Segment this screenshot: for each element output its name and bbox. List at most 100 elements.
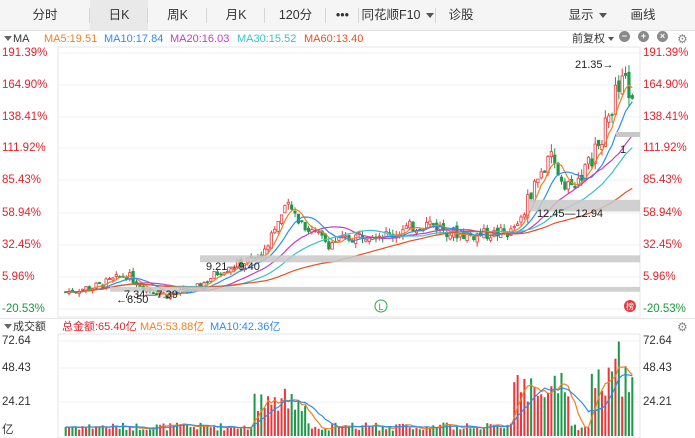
volume-bar [570,425,573,436]
candle-body [276,220,280,232]
volume-bar [95,427,98,436]
volume-axis-label-left: 24.21 [2,396,31,408]
candle-body [303,221,307,231]
L-marker-text: L [378,302,383,312]
candle-body [559,176,564,182]
volume-bar [580,427,583,436]
volume-bar [132,430,135,436]
volume-bar [503,428,506,436]
volume-bar [472,428,475,436]
support-zone-band [200,255,640,263]
candle-body [286,201,290,205]
volume-bar [388,427,391,436]
candle-body [566,181,570,190]
candle-body [219,273,223,276]
volume-bar [337,427,340,436]
volume-bar [354,428,357,436]
volume-bar [469,428,472,436]
price-axis-label-left: 5.96% [2,271,35,283]
volume-axis-label-left: 72.64 [2,335,31,347]
volume-bar [142,429,145,436]
volume-bar [219,423,222,436]
candle-body [367,237,371,242]
candle-body [549,151,553,158]
volume-bar [331,424,334,436]
candle-body [404,225,408,229]
bang-marker-text: 榜 [626,301,634,311]
volume-bar [240,428,243,436]
price-axis-label-right: 85.43% [643,174,683,186]
volume-bar [300,411,303,436]
volume-bar [216,430,219,436]
support-zone-band [110,286,640,292]
price-axis-label-left: 111.92% [2,142,46,154]
candle-body [553,154,557,164]
volume-bar [462,428,465,436]
volume-bar [479,429,482,436]
volume-bar [186,425,189,436]
candle-body [623,73,628,76]
candle-body [273,228,277,234]
volume-bar [253,393,256,436]
volume-bar [391,430,394,436]
price-axis-label-left: 32.45% [2,239,42,251]
candle-body [327,241,331,250]
candle-body [539,171,543,179]
price-axis-label-right: 58.94% [643,207,683,219]
volume-bar [442,422,445,436]
volume-bar [611,371,614,436]
candle-body [590,158,594,167]
volume-bar [631,377,634,436]
volume-bar [68,427,71,436]
volume-bar [125,429,128,436]
volume-bar [573,424,576,436]
volume-bar [273,397,276,436]
volume-bar [196,429,199,436]
volume-bar [294,409,297,436]
volume-bar [304,405,307,436]
candle-body [344,235,348,238]
volume-bar [351,422,354,436]
volume-bar [624,366,627,436]
candle-body [472,236,476,240]
price-axis-label-right: 164.90% [643,79,689,91]
volume-bar [412,429,415,436]
volume-bar [621,396,624,436]
candle-body [543,170,547,173]
candle-body [529,192,533,200]
kline-chart[interactable]: 21.35→12.45—12.949.21—9.407.34—7.39←6.50… [0,0,695,438]
candle-body [317,231,321,234]
volume-bar [283,388,286,436]
candle-body [556,162,560,176]
price-axis-label-right: 138.41% [643,111,689,123]
volume-bar [165,430,168,436]
volume-bar [347,427,351,436]
volume-bar [324,428,327,436]
candle-body [337,237,341,241]
volume-bar [513,382,516,436]
volume-bar [317,428,320,436]
price-axis-label-right: -20.53% [643,303,686,315]
volume-bar [263,407,266,436]
candle-body [107,278,112,280]
volume-bar [64,427,67,436]
volume-bar [563,392,566,436]
ma10-line [65,101,633,295]
volume-axis-label-right: 48.43 [643,362,672,374]
volume-bar [435,427,438,436]
volume-bar [543,397,546,436]
candle-body [617,80,621,92]
support-zone-band [616,132,640,137]
volume-bar [74,426,77,436]
volume-bar [604,395,607,436]
candle-body [448,234,452,240]
volume-axis-label-right: 72.64 [643,335,672,347]
volume-bar [459,429,462,436]
volume-bar [148,429,152,436]
volume-bar [138,429,141,436]
candle-body [519,216,523,223]
candle-body [209,278,213,282]
volume-bar [128,426,131,436]
volume-bar [567,396,570,436]
volume-bar [233,427,236,436]
